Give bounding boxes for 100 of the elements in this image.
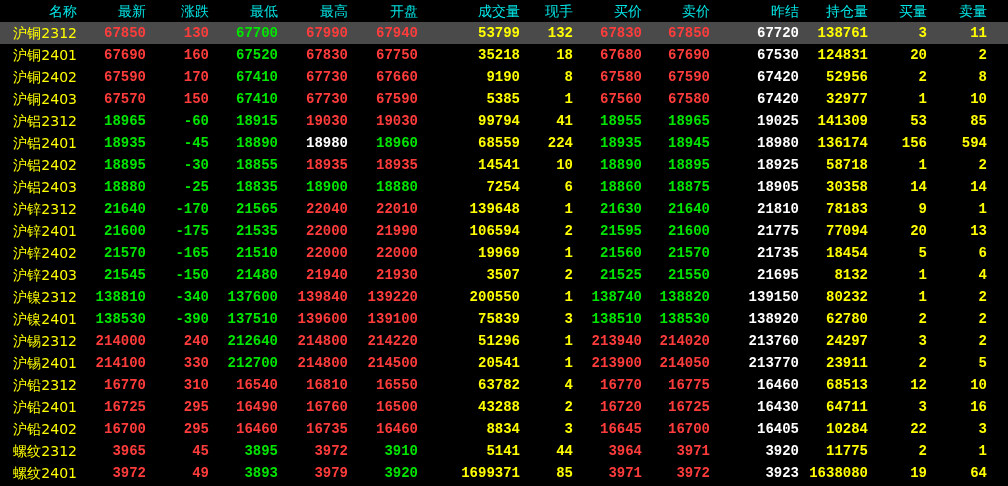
table-cell: 67420 (757, 69, 799, 85)
table-cell: 213760 (748, 333, 799, 349)
table-cell: 18935 (376, 157, 418, 173)
column-header[interactable]: 开盘 (348, 0, 418, 22)
table-cell: 16700 (104, 421, 146, 437)
column-header[interactable]: 名称 (0, 0, 77, 22)
contract-name: 沪锡2312 (13, 333, 77, 349)
column-header[interactable]: 买量 (868, 0, 927, 22)
column-header[interactable]: 持仓量 (799, 0, 868, 22)
table-cell: 3965 (112, 443, 146, 459)
table-cell: 67580 (600, 69, 642, 85)
table-cell: 3979 (314, 465, 348, 481)
table-cell: 21940 (306, 267, 348, 283)
table-cell: 67590 (376, 91, 418, 107)
table-cell: 13 (970, 223, 987, 239)
table-cell: 67410 (236, 91, 278, 107)
table-cell: 1 (978, 443, 987, 459)
table-cell: -175 (175, 223, 209, 239)
table-cell: 9 (918, 201, 927, 217)
table-cell: 67590 (104, 69, 146, 85)
table-cell: 138740 (591, 289, 642, 305)
column-header[interactable]: 卖价 (642, 0, 710, 22)
column-header[interactable]: 涨跌 (146, 0, 209, 22)
table-cell: 99794 (478, 113, 520, 129)
contract-name: 沪镍2312 (13, 289, 77, 305)
table-cell: 18890 (600, 157, 642, 173)
column-header[interactable]: 最低 (209, 0, 278, 22)
column-header[interactable]: 昨结 (710, 0, 799, 22)
table-cell: 214050 (659, 355, 710, 371)
table-cell: 2 (918, 69, 927, 85)
table-cell: 22000 (306, 245, 348, 261)
contract-name: 沪铜2402 (13, 69, 77, 85)
table-cell: 138920 (748, 311, 799, 327)
table-cell: 68559 (478, 135, 520, 151)
table-cell: 58718 (826, 157, 868, 173)
table-cell: 1 (564, 245, 573, 261)
column-header[interactable]: 最高 (278, 0, 348, 22)
table-cell: 1 (564, 355, 573, 371)
contract-name: 沪锡2401 (13, 355, 77, 371)
table-cell: 214800 (297, 355, 348, 371)
table-cell: 3972 (112, 465, 146, 481)
table-cell: 18880 (376, 179, 418, 195)
table-cell: 41 (556, 113, 573, 129)
table-cell: 18915 (236, 113, 278, 129)
selected-row[interactable]: 沪铜2312 67850 130 67700 67990 67940 53799 132 67830 67850 67720 138761 3 11 (0, 22, 1008, 44)
column-header[interactable]: 现手 (520, 0, 573, 22)
table-cell: 21535 (236, 223, 278, 239)
table-cell: 130 (183, 25, 209, 41)
contract-name: 沪铅2312 (13, 377, 77, 393)
table-cell: 3 (918, 333, 927, 349)
table-cell: 21545 (104, 267, 146, 283)
table-cell: 213900 (591, 355, 642, 371)
table-cell: 2 (918, 443, 927, 459)
table-cell: 18835 (236, 179, 278, 195)
table-cell: 30358 (826, 179, 868, 195)
table-cell: 156 (901, 135, 927, 151)
table-cell: 67580 (668, 91, 710, 107)
table-cell: 22010 (376, 201, 418, 217)
table-cell: 67830 (306, 47, 348, 63)
column-header[interactable]: 买价 (573, 0, 642, 22)
table-cell: 20 (910, 223, 927, 239)
table-cell: 1 (918, 267, 927, 283)
table-cell: 18935 (600, 135, 642, 151)
column-header[interactable]: 卖量 (927, 0, 987, 22)
column-header[interactable]: 成交量 (418, 0, 520, 22)
table-cell: 85 (970, 113, 987, 129)
table-cell: 16460 (376, 421, 418, 437)
table-cell: 19025 (757, 113, 799, 129)
table-cell: -60 (183, 113, 209, 129)
table-cell: 62780 (826, 311, 868, 327)
table-cell: 170 (183, 69, 209, 85)
table-cell: 3 (918, 25, 927, 41)
table-cell: 138530 (95, 311, 146, 327)
contract-name: 沪铝2312 (13, 113, 77, 129)
table-cell: 16775 (668, 377, 710, 393)
table-cell: 16725 (668, 399, 710, 415)
table-cell: 21570 (668, 245, 710, 261)
table-cell: 21550 (668, 267, 710, 283)
table-cell: 18895 (668, 157, 710, 173)
column-header[interactable]: 最新 (77, 0, 146, 22)
table-cell: 21735 (757, 245, 799, 261)
table-cell: 3 (918, 399, 927, 415)
contract-name: 沪铝2402 (13, 157, 77, 173)
table-cell: 67680 (600, 47, 642, 63)
table-cell: 18935 (306, 157, 348, 173)
table-cell: 67990 (306, 25, 348, 41)
table-cell: 20541 (478, 355, 520, 371)
table-cell: 18935 (104, 135, 146, 151)
table-cell: 20 (910, 47, 927, 63)
table-cell: 1 (564, 201, 573, 217)
table-cell: 21930 (376, 267, 418, 283)
table-cell: 16500 (376, 399, 418, 415)
table-cell: 124831 (817, 47, 868, 63)
table-cell: -165 (175, 245, 209, 261)
table-cell: 21595 (600, 223, 642, 239)
table-cell: 18454 (826, 245, 868, 261)
contract-name: 沪镍2401 (13, 311, 77, 327)
table-cell: 85 (556, 465, 573, 481)
contract-name: 沪锌2401 (13, 223, 77, 239)
table-cell: 16700 (668, 421, 710, 437)
